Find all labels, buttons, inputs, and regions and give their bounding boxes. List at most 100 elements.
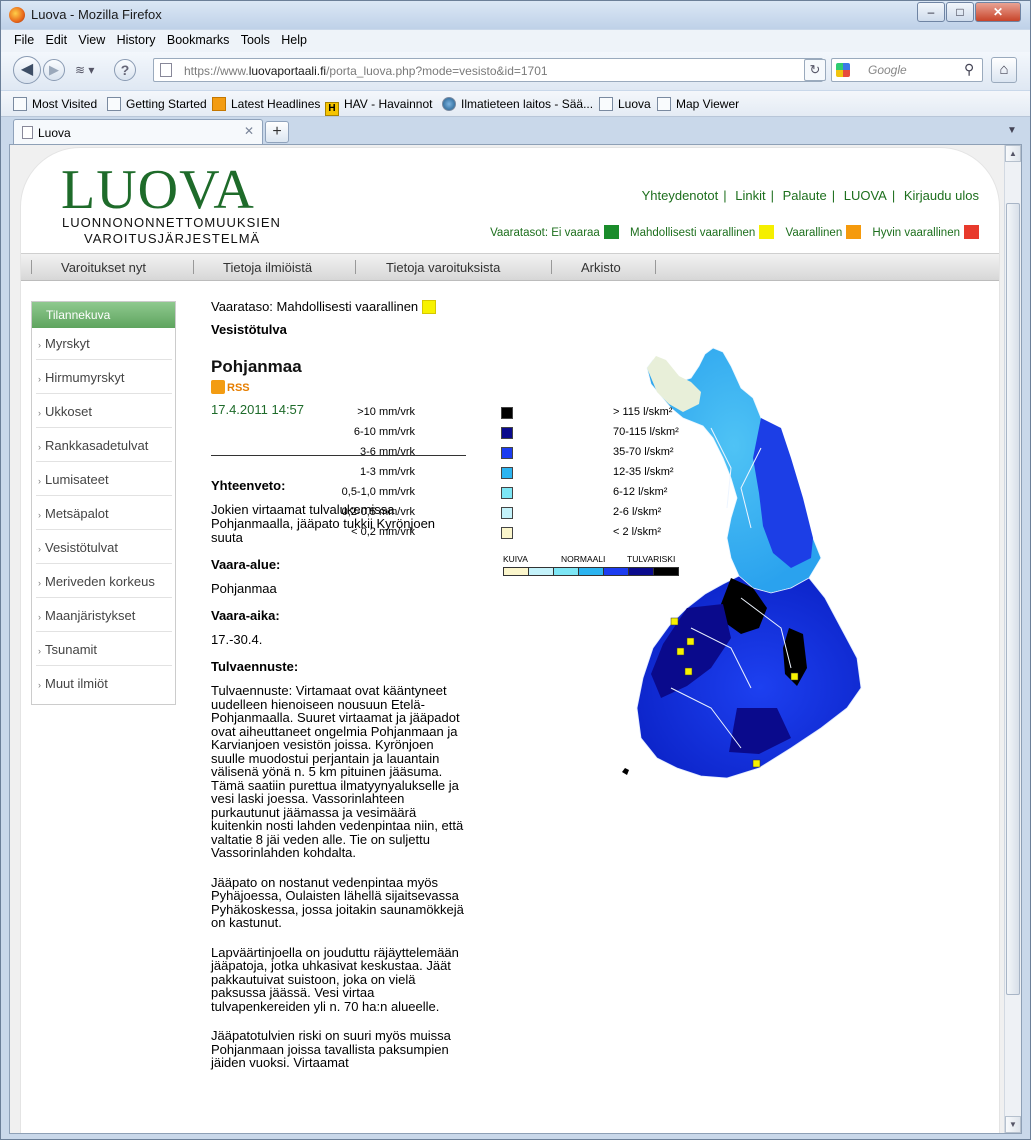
warning-marker[interactable]: [670, 617, 679, 626]
link-linkit[interactable]: Linkit: [735, 188, 765, 203]
bookmark-label: Latest Headlines: [231, 97, 321, 111]
maximize-button[interactable]: □: [946, 2, 974, 22]
scroll-up-icon[interactable]: ▲: [1005, 145, 1021, 162]
sidebar-item-maanjaristykset[interactable]: › Maanjäristykset: [36, 600, 172, 632]
wifi-icon[interactable]: ≋ ▾: [75, 63, 94, 77]
legend-swatch: [501, 427, 513, 439]
firefox-icon: [9, 7, 25, 23]
search-box[interactable]: Google ⚲: [831, 58, 983, 82]
warning-marker[interactable]: [676, 647, 685, 656]
forward-button[interactable]: ▶: [43, 59, 65, 81]
link-palaute[interactable]: Palaute: [783, 188, 827, 203]
site-logo[interactable]: LUOVA: [61, 158, 255, 222]
levels-label: Vaaratasot:: [490, 227, 549, 239]
tab-label: Luova: [38, 126, 71, 140]
finland-lapland-west: [647, 356, 701, 412]
link-yhteydenotot[interactable]: Yhteydenotot: [642, 188, 719, 203]
legend-lskm: 70-115 l/skm²: [613, 426, 679, 438]
tab-luova[interactable]: Luova ✕: [13, 119, 263, 145]
legend-mm: 3-6 mm/vrk: [360, 446, 415, 458]
menu-help[interactable]: Help: [281, 33, 307, 47]
bookmark-luova[interactable]: Luova: [599, 97, 651, 111]
menu-bookmarks[interactable]: Bookmarks: [167, 33, 230, 47]
sidebar-item-vesistotulvat[interactable]: › Vesistötulvat: [36, 532, 172, 564]
sidebar-item-label: Vesistötulvat: [45, 540, 118, 555]
forecast-paragraph: Lapväärtinjoella on jouduttu räjäyttelem…: [211, 944, 459, 1014]
sidebar-item-ukkoset[interactable]: › Ukkoset: [36, 396, 172, 428]
new-tab-button[interactable]: +: [265, 121, 289, 143]
nav-varoitukset-nyt[interactable]: Varoitukset nyt: [61, 260, 146, 275]
forecast-paragraph: Jääpato on nostanut vedenpintaa myös Pyh…: [211, 874, 464, 930]
bookmark-map-viewer[interactable]: Map Viewer: [657, 97, 739, 111]
search-icon[interactable]: ⚲: [964, 61, 974, 78]
arrow-icon: ›: [38, 544, 41, 554]
area-text: Pohjanmaa: [211, 581, 277, 596]
sidebar-item-metsapalot[interactable]: › Metsäpalot: [36, 498, 172, 530]
sidebar-item-label: Myrskyt: [45, 336, 90, 351]
nav-separator: [193, 260, 194, 274]
menu-file[interactable]: File: [14, 33, 34, 47]
menu-tools[interactable]: Tools: [241, 33, 270, 47]
nav-arkisto[interactable]: Arkisto: [581, 260, 621, 275]
time-label: Vaara-aika:: [211, 608, 280, 623]
sidebar-item-label: Maanjäristykset: [45, 608, 136, 623]
bookmark-hav[interactable]: H HAV - Havainnot: [325, 97, 432, 116]
bookmark-label: Most Visited: [32, 97, 98, 111]
sidebar: Tilannekuva › Myrskyt › Hirmumyrskyt › Ukko…: [31, 301, 176, 705]
close-button[interactable]: ✕: [975, 2, 1021, 22]
nav-separator: [655, 260, 656, 274]
sidebar-item-label: Ukkoset: [45, 404, 92, 419]
sidebar-item-lumisateet[interactable]: › Lumisateet: [36, 464, 172, 496]
vertical-scrollbar[interactable]: ▲ ▼: [1004, 145, 1021, 1133]
warning-marker[interactable]: [684, 667, 693, 676]
help-icon[interactable]: ?: [114, 59, 136, 81]
close-tab-icon[interactable]: ✕: [244, 124, 254, 138]
scroll-down-icon[interactable]: ▼: [1005, 1116, 1021, 1133]
level-swatch: [846, 225, 862, 239]
refresh-icon[interactable]: ↻: [804, 59, 826, 81]
bookmark-getting-started[interactable]: Getting Started: [107, 97, 207, 111]
page-icon: [599, 97, 613, 111]
url-text[interactable]: https://www.luovaportaali.fi/porta_luova…: [184, 64, 548, 78]
scroll-thumb[interactable]: [1006, 203, 1020, 995]
legend-swatch: [501, 447, 513, 459]
menu-history[interactable]: History: [117, 33, 156, 47]
warning-marker[interactable]: [686, 637, 695, 646]
sidebar-item-muut-ilmiot[interactable]: › Muut ilmiöt: [36, 668, 172, 700]
link-luova[interactable]: LUOVA: [844, 188, 887, 203]
bookmark-most-visited[interactable]: Most Visited: [13, 97, 97, 111]
link-kirjaudu-ulos[interactable]: Kirjaudu ulos: [904, 188, 979, 203]
rss-link[interactable]: RSS: [211, 380, 466, 394]
warning-marker[interactable]: [752, 759, 761, 768]
url-bar[interactable]: https://www.luovaportaali.fi/porta_luova…: [153, 58, 954, 82]
scale-bar: KUIVA NORMAALI TULVARISKI: [503, 554, 679, 576]
menu-edit[interactable]: Edit: [46, 33, 68, 47]
menu-view[interactable]: View: [78, 33, 105, 47]
globe-icon: [442, 97, 456, 111]
sidebar-item-label: Hirmumyrskyt: [45, 370, 125, 385]
search-input[interactable]: Google: [868, 63, 907, 77]
page-icon: [22, 126, 33, 139]
sidebar-item-myrskyt[interactable]: › Myrskyt: [36, 328, 172, 360]
tab-list-icon[interactable]: ▼: [1007, 125, 1017, 136]
bookmark-latest-headlines[interactable]: Latest Headlines: [212, 97, 320, 111]
back-button[interactable]: ◀: [13, 56, 41, 84]
nav-tietoja-varoituksista[interactable]: Tietoja varoituksista: [386, 260, 500, 275]
window-title: Luova - Mozilla Firefox: [31, 7, 162, 22]
sidebar-item-tsunamit[interactable]: › Tsunamit: [36, 634, 172, 666]
tab-bar: Luova ✕ + ▼: [1, 117, 1030, 145]
sidebar-item-meriveden-korkeus[interactable]: › Meriveden korkeus: [36, 566, 172, 598]
sidebar-item-label: Meriveden korkeus: [45, 574, 155, 589]
level-label: Ei vaaraa: [551, 227, 600, 239]
home-icon[interactable]: ⌂: [991, 57, 1017, 83]
sidebar-item-hirmumyrskyt[interactable]: › Hirmumyrskyt: [36, 362, 172, 394]
top-links: Yhteydenotot | Linkit | Palaute | LUOVA | Ki…: [641, 188, 979, 203]
minimize-button[interactable]: –: [917, 2, 945, 22]
google-icon[interactable]: [836, 63, 850, 77]
warning-marker[interactable]: [790, 672, 799, 681]
sidebar-item-label: Tsunamit: [45, 642, 98, 657]
sidebar-item-rankkasadetulvat[interactable]: › Rankkasadetulvat: [36, 430, 172, 462]
bookmark-ilmatieteen[interactable]: Ilmatieteen laitos - Sää...: [442, 97, 593, 111]
nav-tietoja-ilmioista[interactable]: Tietoja ilmiöistä: [223, 260, 312, 275]
menu-bar: File Edit View History Bookmarks Tools H…: [1, 30, 1030, 52]
